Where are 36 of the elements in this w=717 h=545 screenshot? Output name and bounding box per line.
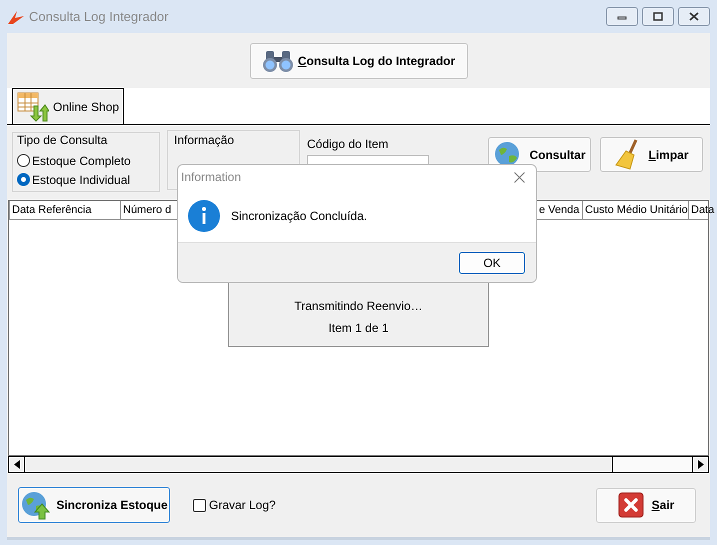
column-header[interactable]: Custo Médio Unitário — [583, 201, 689, 219]
limpar-button[interactable]: Limpar — [600, 137, 703, 172]
scroll-left-icon — [14, 460, 20, 469]
maximize-icon — [652, 12, 664, 21]
dialog-message: Sincronização Concluída. — [231, 208, 368, 224]
horizontal-scrollbar[interactable] — [8, 456, 709, 473]
close-icon — [618, 492, 644, 518]
column-header[interactable]: Data — [689, 201, 717, 219]
consultar-button[interactable]: Consultar — [488, 137, 591, 172]
table-arrows-icon — [17, 92, 49, 122]
globe-upload-icon — [20, 490, 50, 520]
app-logo-icon — [7, 8, 25, 24]
codigo-label: Código do Item — [307, 136, 390, 153]
info-icon — [188, 200, 220, 232]
window-title: Consulta Log Integrador — [29, 8, 168, 26]
gravar-log-checkbox[interactable]: Gravar Log? — [193, 496, 276, 514]
minimize-button[interactable] — [606, 7, 638, 26]
column-header[interactable]: Data Referência — [10, 201, 121, 219]
sincroniza-estoque-button[interactable]: Sincroniza Estoque — [18, 487, 170, 523]
ok-button[interactable]: OK — [459, 252, 525, 274]
consulta-log-button[interactable]: Consulta Log do Integrador — [250, 43, 468, 79]
dialog-title: Information — [181, 169, 242, 186]
progress-text: Item 1 de 1 — [328, 320, 389, 337]
close-icon[interactable] — [514, 172, 525, 182]
maximize-button[interactable] — [642, 7, 674, 26]
radio-option[interactable]: Estoque Completo — [17, 153, 155, 168]
sair-button[interactable]: Sair — [596, 488, 696, 522]
binoculars-icon — [262, 49, 294, 73]
tab[interactable]: Online Shop — [12, 88, 124, 124]
group-label: Tipo de Consulta — [17, 132, 108, 149]
close-icon — [688, 12, 700, 21]
scroll-right-icon — [698, 460, 704, 469]
radio-option[interactable]: Estoque Individual — [17, 172, 155, 187]
progress-text: Transmitindo Reenvio… — [294, 298, 423, 315]
close-button[interactable] — [678, 7, 710, 26]
group-label: Informação — [174, 133, 234, 147]
